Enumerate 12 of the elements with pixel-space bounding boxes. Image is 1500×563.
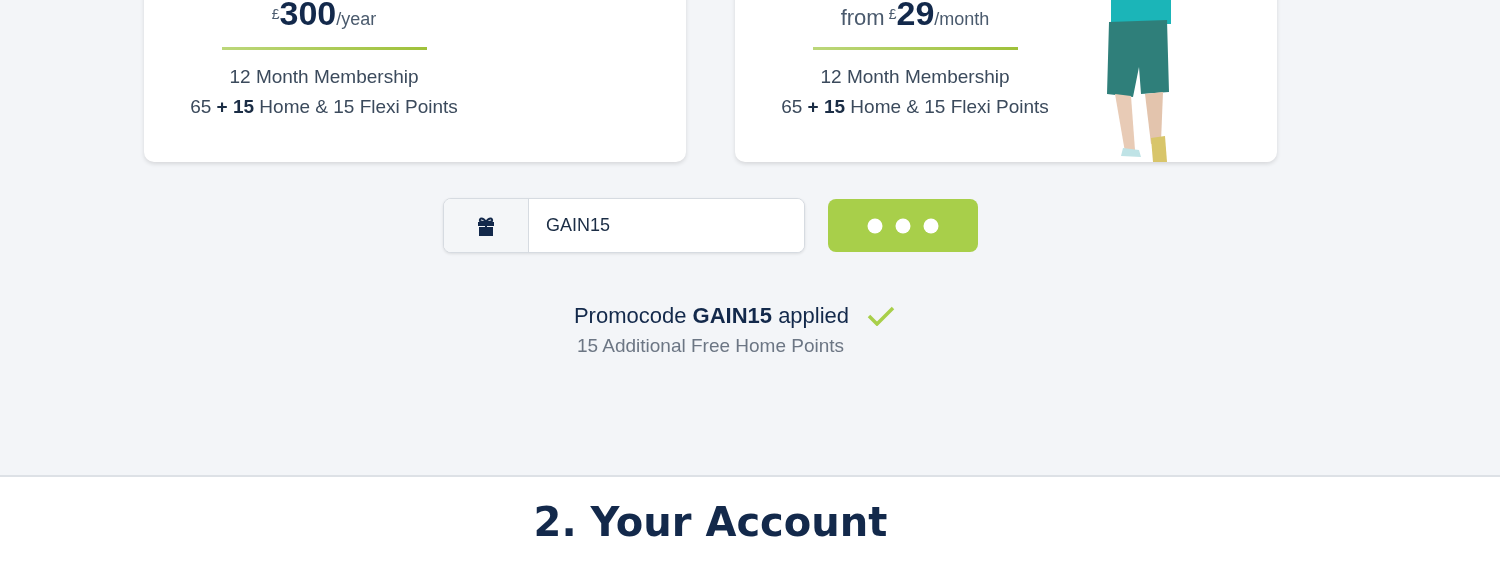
plan-price: £300/year (271, 0, 377, 34)
promo-status-text: Promocode GAIN15 applied (573, 303, 850, 329)
plan-detail: 65 + 15 Home & 15 Flexi Points (190, 95, 458, 119)
plan-price: from £29/month (840, 0, 990, 34)
plan-detail: 12 Month Membership (820, 65, 1010, 89)
promo-benefit-text: 15 Additional Free Home Points (576, 335, 845, 357)
section-heading: 2. Your Account (532, 498, 889, 545)
promo-code-field[interactable]: GAIN15 (443, 198, 805, 253)
plan-detail: 65 + 15 Home & 15 Flexi Points (781, 95, 1049, 119)
loading-icon (867, 217, 939, 234)
plan-detail: 12 Month Membership (229, 65, 419, 89)
apply-button[interactable] (828, 199, 978, 252)
